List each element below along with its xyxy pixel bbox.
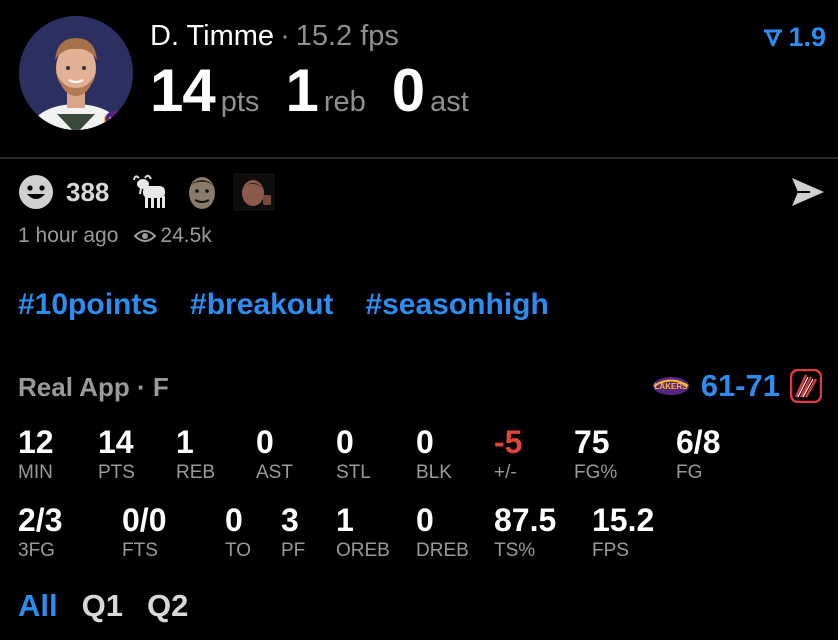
stat-label: TS% xyxy=(494,540,536,561)
face-sticker-icon[interactable] xyxy=(183,173,221,211)
stat-label: MIN xyxy=(18,462,53,483)
stat-value: 0 xyxy=(416,424,434,460)
smiley-icon[interactable] xyxy=(18,174,54,210)
reaction-count: 388 xyxy=(66,176,110,207)
stat-value: 3 xyxy=(281,502,299,538)
trend-down-icon xyxy=(764,29,783,46)
stat-fg: 6/8 FG xyxy=(676,424,720,484)
hashtag-seasonhigh[interactable]: #seasonhigh xyxy=(365,288,548,322)
headline-ast-unit: ast xyxy=(430,86,469,118)
player-name-line[interactable]: D. Timme · 15.2 fps xyxy=(150,20,399,53)
stat-label: DREB xyxy=(416,540,469,561)
stat-value: 0 xyxy=(336,424,354,460)
send-icon[interactable] xyxy=(788,172,828,212)
stat-value: 0/0 xyxy=(122,502,167,538)
fps-label: 15.2 fps xyxy=(295,20,399,52)
reactions-bar: 388 xyxy=(18,172,276,212)
stat-label: REB xyxy=(176,462,216,483)
stat-value: 1 xyxy=(336,502,354,538)
score-text: 61-71 xyxy=(700,368,780,403)
stat-pts: 14 PTS xyxy=(98,424,135,484)
stat-value: 0 xyxy=(416,502,434,538)
headline-reb-unit: reb xyxy=(323,86,366,118)
hashtag-10points[interactable]: #10points xyxy=(18,288,158,322)
stat-fg-pct: 75 FG% xyxy=(574,424,617,484)
stat-label: OREB xyxy=(336,540,390,561)
hashtag-breakout[interactable]: #breakout xyxy=(190,288,333,322)
stat-label: 3FG xyxy=(18,540,55,561)
game-score[interactable]: LAKERS 61-71 xyxy=(651,368,822,404)
stat-to: 0 TO xyxy=(225,502,251,562)
stat-3fg: 2/3 3FG xyxy=(18,502,62,562)
stat-value: 15.2 xyxy=(592,502,655,538)
eye-icon xyxy=(134,230,157,242)
view-count: 24.5k xyxy=(160,224,212,247)
headline-pts: 14 xyxy=(150,57,216,124)
lakers-logo-text: LAKERS xyxy=(104,117,133,124)
stat-label: STL xyxy=(336,462,371,483)
tab-q2[interactable]: Q2 xyxy=(147,588,188,624)
trend-indicator[interactable]: 1.9 xyxy=(762,22,826,53)
stat-value: 12 xyxy=(18,424,54,460)
stat-value: 1 xyxy=(176,424,194,460)
trail-blazers-logo xyxy=(790,369,822,403)
player-avatar[interactable]: LAKERS xyxy=(19,16,133,130)
stat-label: FTS xyxy=(122,540,158,561)
player-photo: LAKERS xyxy=(19,16,133,130)
divider xyxy=(0,157,838,159)
post-time: 1 hour ago xyxy=(18,224,119,247)
player-name[interactable]: D. Timme xyxy=(150,20,274,52)
stat-oreb: 1 OREB xyxy=(336,502,390,562)
stat-value: 6/8 xyxy=(676,424,721,460)
lakers-logo-text: LAKERS xyxy=(654,382,688,391)
hashtags: #10points #breakout #seasonhigh xyxy=(18,288,549,322)
stat-pf: 3 PF xyxy=(281,502,305,562)
stat-stl: 0 STL xyxy=(336,424,371,484)
stat-value: 87.5 xyxy=(494,502,557,538)
quarter-tabs: All Q1 Q2 xyxy=(18,588,188,624)
stat-plus-minus: -5 +/- xyxy=(494,424,522,484)
headline-stats: 14 pts 1 reb 0 ast xyxy=(150,56,495,125)
stat-value: 2/3 xyxy=(18,502,63,538)
stat-value: 0 xyxy=(225,502,243,538)
stat-label: TO xyxy=(225,540,252,561)
stat-label: BLK xyxy=(416,462,452,483)
stat-ast: 0 AST xyxy=(256,424,293,484)
stat-value: -5 xyxy=(494,424,523,460)
league-label: Real App · F xyxy=(18,372,169,402)
stat-label: +/- xyxy=(494,462,517,483)
goat-icon[interactable] xyxy=(131,172,171,212)
stat-fts: 0/0 FTS xyxy=(122,502,166,562)
stat-min: 12 MIN xyxy=(18,424,54,484)
stat-blk: 0 BLK xyxy=(416,424,452,484)
stat-label: FG xyxy=(676,462,703,483)
stat-label: PF xyxy=(281,540,306,561)
stat-value: 75 xyxy=(574,424,610,460)
stat-dreb: 0 DREB xyxy=(416,502,469,562)
stat-value: 0 xyxy=(256,424,274,460)
separator-dot: · xyxy=(280,20,290,52)
headline-ast: 0 xyxy=(391,57,425,124)
face-sticker-2-icon[interactable] xyxy=(233,173,276,211)
stat-label: AST xyxy=(256,462,293,483)
trend-value: 1.9 xyxy=(788,22,826,52)
stat-value: 14 xyxy=(98,424,134,460)
stat-ts-pct: 87.5 TS% xyxy=(494,502,556,562)
headline-pts-unit: pts xyxy=(220,86,260,118)
tab-all[interactable]: All xyxy=(18,588,58,624)
post-meta: 1 hour ago 24.5k xyxy=(18,224,212,248)
headline-reb: 1 xyxy=(285,57,318,124)
stat-label: FG% xyxy=(574,462,618,483)
stat-label: FPS xyxy=(592,540,629,561)
tab-q1[interactable]: Q1 xyxy=(82,588,123,624)
lakers-logo: LAKERS xyxy=(652,377,689,395)
stat-fps: 15.2 FPS xyxy=(592,502,654,562)
stat-reb: 1 REB xyxy=(176,424,215,484)
stat-label: PTS xyxy=(98,462,135,483)
